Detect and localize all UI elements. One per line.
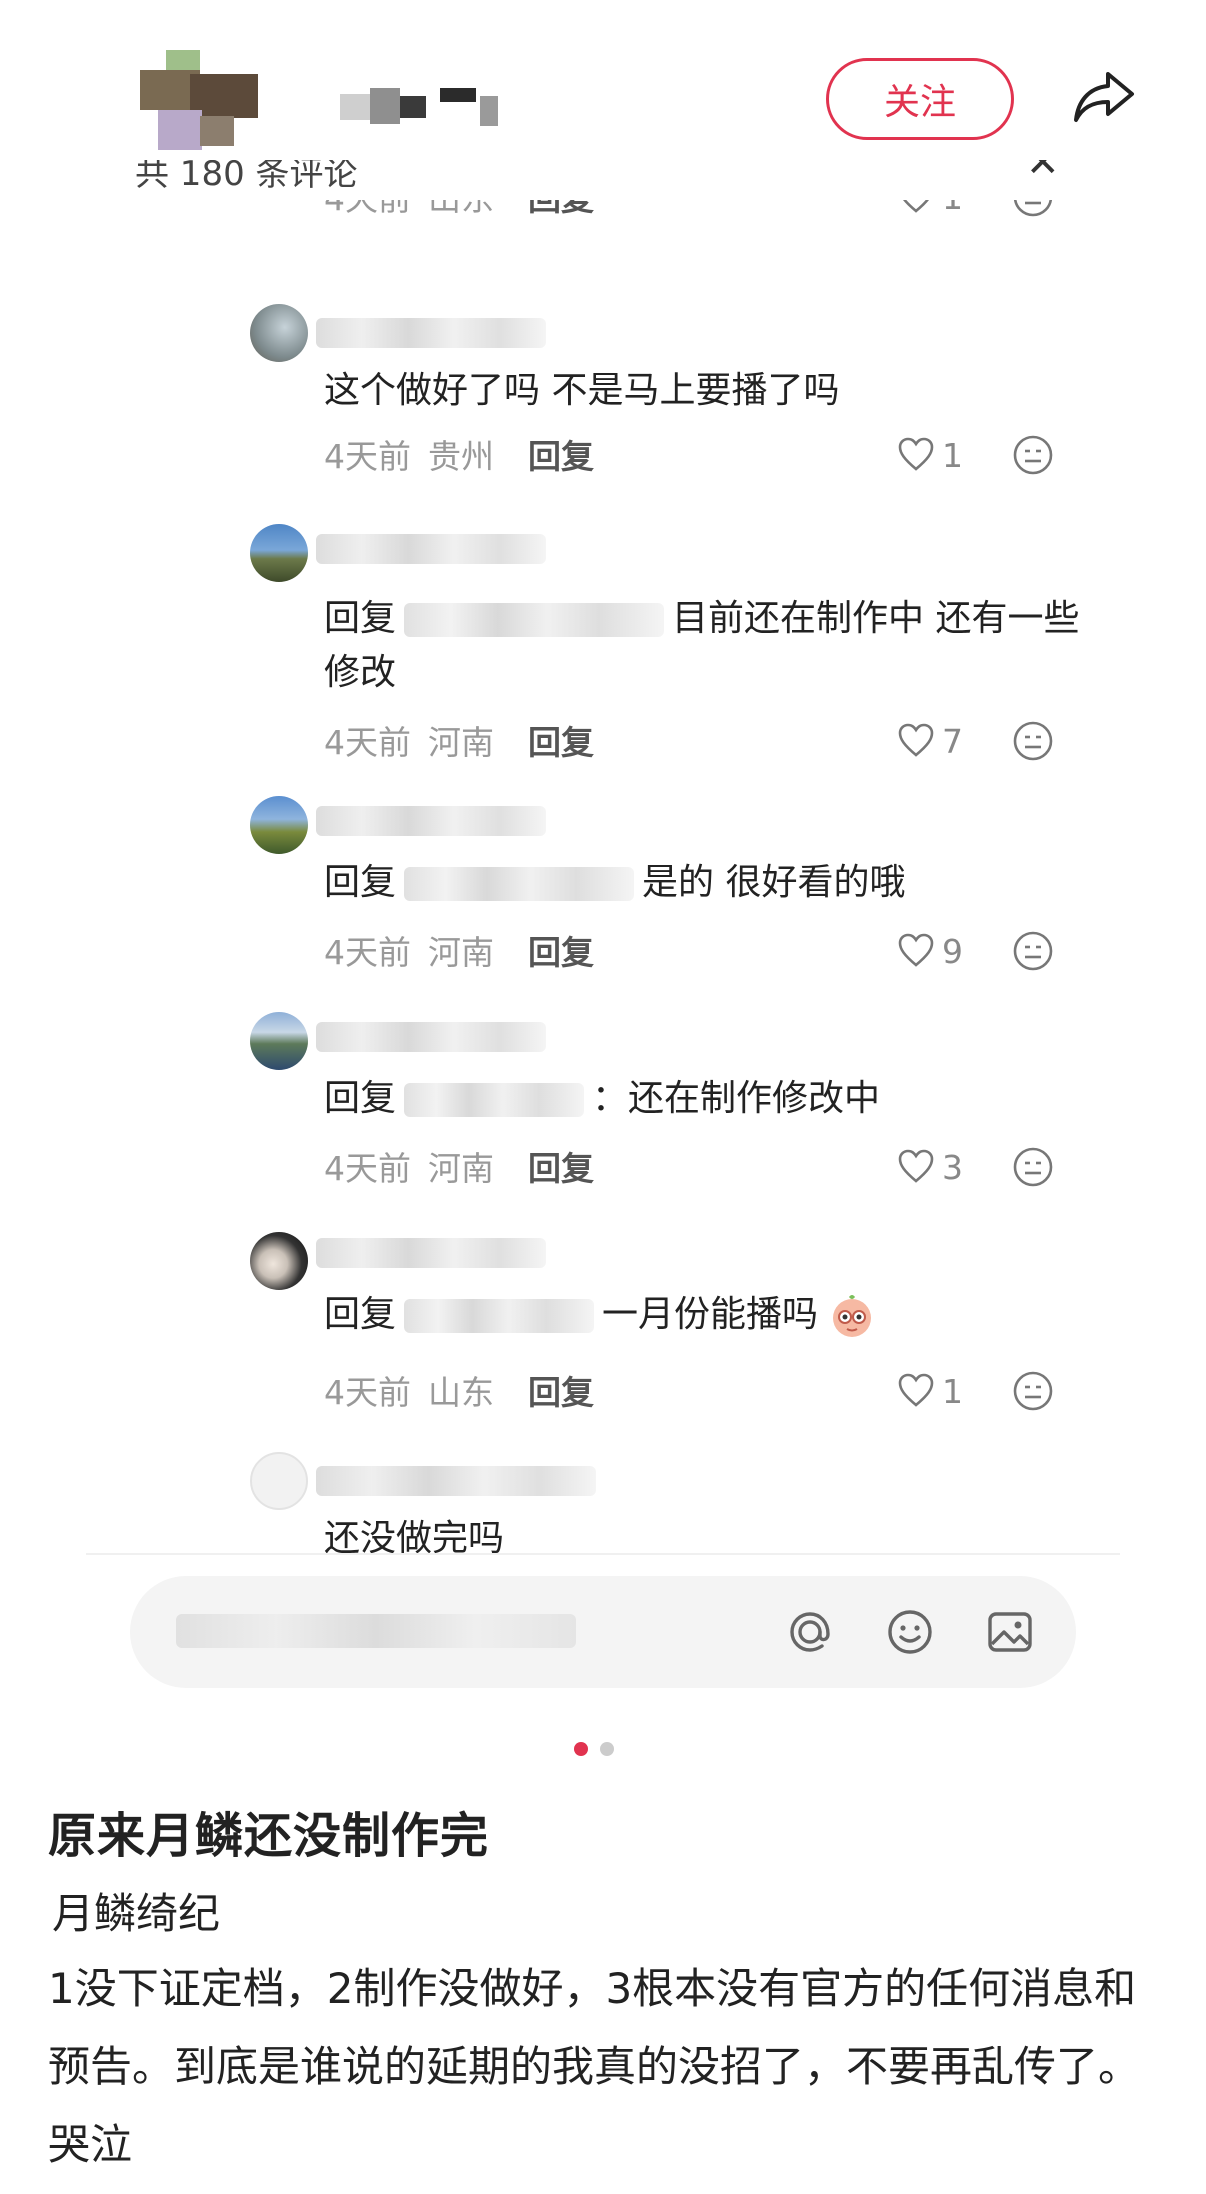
divider [86,1553,1120,1555]
emoji-reaction-icon[interactable] [1012,930,1054,972]
mentioned-user[interactable] [404,1299,595,1333]
reply-button[interactable]: 回复 [528,926,594,974]
heart-icon [898,437,934,471]
avatar[interactable] [250,304,308,362]
like-button[interactable]: 1 [896,200,986,222]
emoji-icon[interactable] [882,1604,938,1660]
like-count: 1 [942,1371,963,1411]
comment-meta: 4天前 河南 回复 7 [324,716,1084,766]
reply-button[interactable]: 回复 [528,1142,594,1190]
heart-icon [898,933,934,967]
heart-icon [898,1373,934,1407]
comment-count: 共 180 条评论 [135,160,358,194]
emoji-reaction-icon[interactable] [1012,434,1054,476]
image-icon[interactable] [982,1604,1038,1660]
comment-time: 4天前 [324,200,411,220]
comment-meta: 4天前 山东 回复 1 [324,1366,1084,1416]
comment-location: 贵州 [428,437,494,476]
comment-meta: 4天前 河南 回复 3 [324,1142,1084,1192]
emoji-reaction-icon[interactable] [1012,720,1054,762]
like-count: 7 [942,721,963,761]
mention-icon[interactable] [782,1604,838,1660]
avatar[interactable] [250,1452,308,1510]
post-subtitle: 月鳞绮纪 [52,1889,221,1938]
carousel-dot-active[interactable] [574,1742,588,1756]
reply-prefix: 回复 [324,862,397,903]
close-icon[interactable]: ✕ [1026,160,1060,186]
post-body: 1没下证定档，2制作没做好，3根本没有官方的任何消息和预告。到底是谁说的延期的我… [48,1964,1141,2169]
like-button[interactable]: 7 [896,716,986,766]
comment-text: 回复 目前还在制作中 还有一些修改 [324,598,1080,693]
comment-meta: 4天前 贵州 回复 1 [324,430,1084,480]
reply-button[interactable]: 回复 [528,1366,594,1414]
like-count: 1 [942,200,963,217]
comment-meta: 4天前 河南 回复 9 [324,926,1084,976]
commenter-name[interactable] [316,806,546,836]
comment-time: 4天前 [324,1373,411,1412]
like-button[interactable]: 3 [896,1142,986,1192]
comment-text: 这个做好了吗 不是马上要播了吗 [324,370,840,411]
sticker-emoji-icon [833,1295,872,1337]
comment-text: 回复 一月份能播吗 [324,1288,1104,1342]
comment-text: 回复 ：还在制作修改中 [324,1078,881,1119]
heart-icon [898,723,934,757]
comment-location: 河南 [428,1149,494,1188]
mentioned-user[interactable] [404,1083,585,1117]
heart-icon [898,1149,934,1183]
heart-icon [903,200,929,213]
mentioned-user[interactable] [404,603,665,637]
like-button[interactable]: 1 [896,1366,986,1416]
commenter-name[interactable] [316,1022,546,1052]
commenter-name[interactable] [316,534,546,564]
post-title: 原来月鳞还没制作完 [48,1808,490,1864]
avatar[interactable] [250,1012,308,1070]
comments-sheet-header: 共 180 条评论 ✕ [0,160,1206,200]
reply-button[interactable]: 回复 [528,200,594,220]
emoji-reaction-icon[interactable] [1012,200,1054,218]
reply-prefix: 回复 [324,1294,397,1335]
comment-time: 4天前 [324,723,411,762]
comment-time: 4天前 [324,933,411,972]
carousel-dot[interactable] [600,1742,614,1756]
comment-input-placeholder [176,1614,576,1648]
carousel-indicator [574,1742,634,1758]
comment-location: 山东 [428,200,494,220]
emoji-reaction-icon[interactable] [1012,1370,1054,1412]
avatar[interactable] [250,796,308,854]
commenter-name[interactable] [316,318,546,348]
comment-input[interactable] [130,1576,1076,1688]
comment-text: 回复 是的 很好看的哦 [324,862,906,903]
reply-button[interactable]: 回复 [528,716,594,764]
comment-list: 4天前 山东 回复 1 这个做好了吗 不是马上要播了吗 4天前 贵州 回复 1 [0,200,1206,1560]
follow-button[interactable]: 关注 [826,58,1014,140]
author-avatar[interactable] [140,50,258,150]
avatar[interactable] [250,1232,308,1290]
post-header: 关注 共 180 条评论 ✕ [0,0,1206,200]
mentioned-user[interactable] [404,867,635,901]
comment-location: 山东 [428,1373,494,1412]
comment-location: 河南 [428,933,494,972]
emoji-reaction-icon[interactable] [1012,1146,1054,1188]
author-name[interactable] [340,88,500,128]
commenter-name[interactable] [316,1466,596,1496]
reply-button[interactable]: 回复 [528,430,594,478]
like-count: 9 [942,931,963,971]
reply-prefix: 回复 [324,598,397,639]
avatar[interactable] [250,524,308,582]
like-button[interactable]: 1 [896,430,986,480]
comment-time: 4天前 [324,1149,411,1188]
share-icon[interactable] [1068,60,1140,132]
comment-time: 4天前 [324,437,411,476]
commenter-name[interactable] [316,1238,546,1268]
like-button[interactable]: 9 [896,926,986,976]
like-count: 1 [942,435,963,475]
comment-meta-partial: 4天前 山东 回复 1 [0,200,1206,228]
like-count: 3 [942,1147,963,1187]
reply-prefix: 回复 [324,1078,397,1119]
comment-location: 河南 [428,723,494,762]
